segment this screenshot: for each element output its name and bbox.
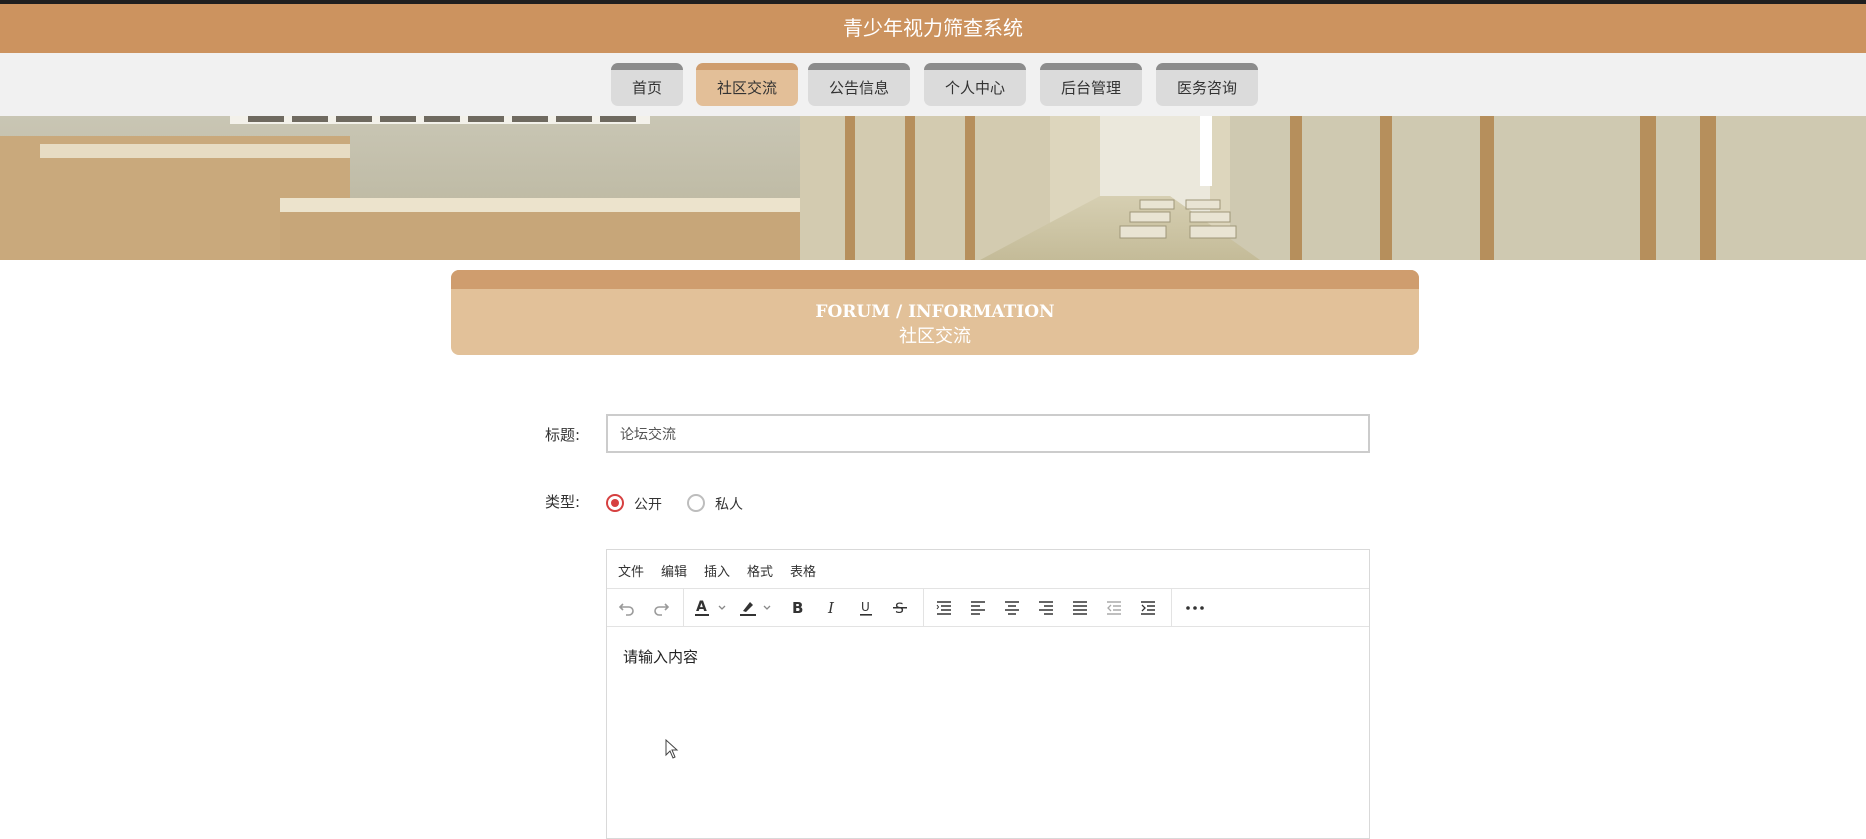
editor-menu-bar: 文件 编辑 插入 格式 表格 — [607, 550, 1369, 589]
align-right-icon[interactable] — [1036, 598, 1056, 618]
type-option-private-label[interactable]: 私人 — [715, 494, 743, 514]
svg-text:U: U — [861, 600, 870, 614]
nav-tab-label: 个人中心 — [944, 79, 1005, 97]
editor-menu-format[interactable]: 格式 — [747, 561, 773, 580]
editor-content-placeholder[interactable]: 请输入内容 — [623, 646, 698, 667]
title-label: 标题: — [545, 426, 581, 444]
line-height-icon[interactable] — [934, 598, 954, 618]
section-title-english: FORUM / INFORMATION — [815, 302, 1055, 322]
toolbar-separator — [1171, 588, 1172, 626]
svg-text:B: B — [792, 599, 803, 617]
editor-menu-file[interactable]: 文件 — [618, 561, 644, 580]
editor-toolbar: A B I U S — [607, 588, 1369, 627]
redo-icon[interactable] — [651, 598, 671, 618]
type-radio-public[interactable] — [606, 494, 624, 512]
nav-tab-announcements[interactable]: 公告信息 — [808, 63, 910, 106]
highlight-icon[interactable] — [739, 598, 775, 618]
nav-tab-label: 医务咨询 — [1176, 79, 1237, 97]
rich-text-editor: 文件 编辑 插入 格式 表格 A B I U S 请输入内容 — [606, 549, 1370, 839]
more-icon[interactable] — [1183, 598, 1207, 618]
bold-icon[interactable]: B — [788, 598, 808, 618]
site-header: 青少年视力筛查系统 — [0, 4, 1866, 53]
forum-section-header: FORUM / INFORMATION 社区交流 — [451, 270, 1419, 355]
type-option-public-label[interactable]: 公开 — [634, 494, 662, 514]
nav-tab-medical-consult[interactable]: 医务咨询 — [1156, 63, 1258, 106]
align-center-icon[interactable] — [1002, 598, 1022, 618]
nav-tab-home[interactable]: 首页 — [611, 63, 683, 106]
nav-tab-label: 后台管理 — [1060, 79, 1121, 97]
type-radio-private[interactable] — [687, 494, 705, 512]
underline-icon[interactable]: U — [856, 598, 876, 618]
strikethrough-icon[interactable]: S — [890, 598, 910, 618]
svg-text:A: A — [696, 599, 707, 615]
svg-text:S: S — [895, 601, 904, 617]
editor-menu-table[interactable]: 表格 — [790, 561, 816, 580]
editor-menu-edit[interactable]: 编辑 — [661, 561, 687, 580]
mouse-cursor-icon — [665, 739, 679, 759]
section-title-chinese: 社区交流 — [899, 326, 971, 347]
nav-tab-label: 社区交流 — [716, 79, 777, 97]
hospital-banner-image — [0, 116, 1866, 260]
nav-bar: 首页 社区交流 公告信息 个人中心 后台管理 医务咨询 — [0, 53, 1866, 116]
nav-tab-admin[interactable]: 后台管理 — [1040, 63, 1142, 106]
outdent-icon[interactable] — [1104, 598, 1124, 618]
site-title: 青少年视力筛查系统 — [843, 16, 1023, 40]
text-color-icon[interactable]: A — [694, 598, 730, 618]
svg-text:I: I — [827, 599, 835, 617]
align-left-icon[interactable] — [968, 598, 988, 618]
section-header-accent-bar — [451, 270, 1419, 289]
toolbar-separator — [683, 588, 684, 626]
indent-icon[interactable] — [1138, 598, 1158, 618]
nav-tab-profile[interactable]: 个人中心 — [924, 63, 1026, 106]
editor-menu-insert[interactable]: 插入 — [704, 561, 730, 580]
nav-tab-label: 公告信息 — [828, 79, 889, 97]
italic-icon[interactable]: I — [822, 598, 842, 618]
undo-icon[interactable] — [617, 598, 637, 618]
nav-tab-forum[interactable]: 社区交流 — [696, 63, 798, 106]
nav-tab-label: 首页 — [631, 79, 662, 97]
type-label: 类型: — [545, 493, 581, 511]
title-input[interactable] — [606, 414, 1370, 453]
toolbar-separator — [923, 588, 924, 626]
justify-icon[interactable] — [1070, 598, 1090, 618]
banner-illustration — [0, 116, 1866, 260]
